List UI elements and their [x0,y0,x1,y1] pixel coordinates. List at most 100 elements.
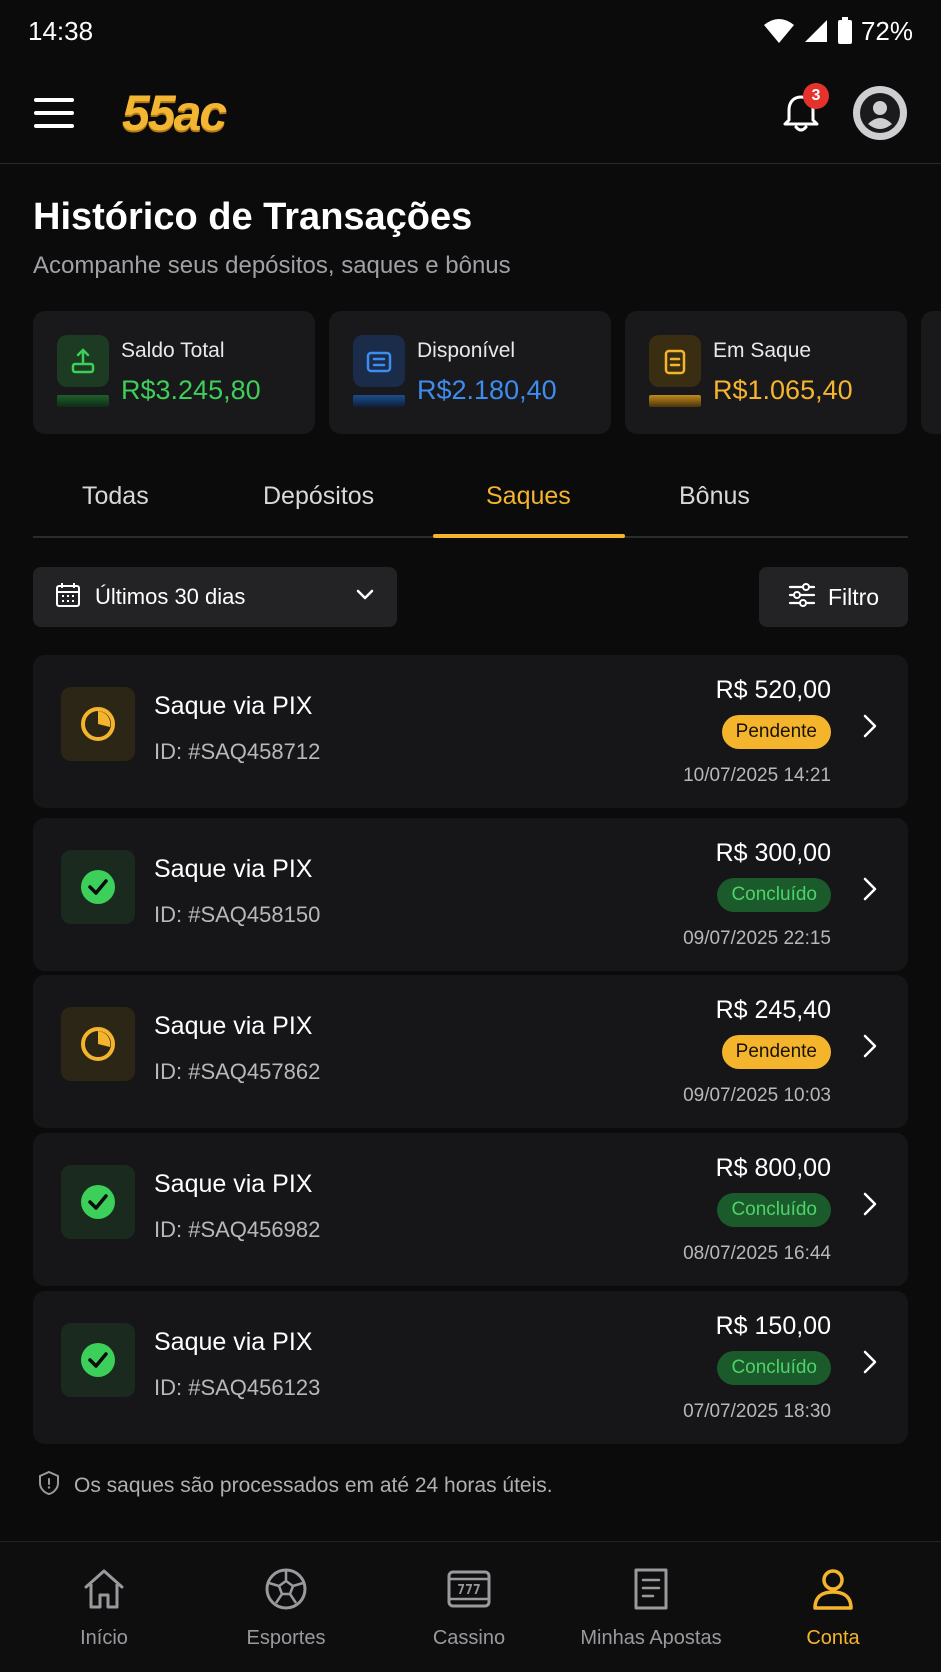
nav-item-inicio[interactable]: Início [14,1566,194,1650]
header-actions: 3 [777,82,907,140]
status-bar: 14:38 72% [0,0,941,62]
clipboard-icon [649,335,701,387]
transaction-id: ID: #SAQ458150 [154,902,321,927]
app-header: 55ac 3 [0,62,941,164]
page-subtitle: Acompanhe seus depósitos, saques e bônus [33,252,511,279]
soccer-ball-icon [263,1566,309,1617]
tab-todas[interactable]: Todas [82,482,149,511]
notification-badge: 3 [803,82,829,109]
summary-label: Em Saque [713,339,812,362]
nav-item-minhas-apostas[interactable]: Minhas Apostas [561,1566,741,1650]
pending-clock-icon [61,1007,135,1081]
status-badge: Concluído [717,878,831,912]
nav-item-esportes[interactable]: Esportes [196,1566,376,1650]
transaction-title: Saque via PIX [154,855,313,883]
transaction-id: ID: #SAQ456123 [154,1375,321,1400]
signal-icon [803,18,829,44]
filter-button[interactable]: Filtro [759,567,908,627]
check-circle-icon [61,1323,135,1397]
chevron-right-icon [862,876,878,907]
transaction-row[interactable]: Saque via PIX ID: #SAQ458150 R$ 300,00 C… [33,818,908,971]
summary-card-overflow [921,311,941,434]
pending-clock-icon [61,687,135,761]
transaction-title: Saque via PIX [154,1328,313,1356]
footnote-text: Os saques são processados em até 24 hora… [74,1473,553,1497]
user-avatar[interactable] [853,85,907,140]
transaction-date: 07/07/2025 18:30 [683,1401,831,1422]
transaction-date: 08/07/2025 16:44 [683,1243,831,1264]
calendar-icon [55,582,81,613]
status-time: 14:38 [28,15,94,46]
nav-label: Minhas Apostas [580,1627,722,1649]
brand-logo[interactable]: 55ac [122,84,227,142]
nav-label: Início [80,1627,128,1649]
wallet-deposit-icon [57,335,109,387]
transaction-amount: R$ 245,40 [715,996,831,1024]
summary-card-available[interactable]: Disponível R$2.180,40 [329,311,611,434]
chevron-right-icon [862,1191,878,1222]
summary-withdrawing-accent [649,395,701,407]
transaction-tabs: Todas Depósitos Saques Bônus [33,468,908,538]
transaction-row[interactable]: Saque via PIX ID: #SAQ458712 R$ 520,00 P… [33,655,908,808]
slot-machine-icon: 777 [446,1566,492,1617]
transaction-row[interactable]: Saque via PIX ID: #SAQ457862 R$ 245,40 P… [33,975,908,1128]
transaction-date: 09/07/2025 10:03 [683,1085,831,1106]
transaction-id: ID: #SAQ457862 [154,1059,321,1084]
summary-value: R$1.065,40 [713,375,853,405]
status-badge: Concluído [717,1193,831,1227]
wifi-icon [763,18,795,44]
nav-label: Esportes [246,1627,326,1649]
nav-item-conta[interactable]: Conta [743,1566,923,1650]
user-icon [810,1566,856,1617]
svg-text:777: 777 [457,1583,480,1598]
status-indicators: 72% [763,16,913,47]
processing-note: Os saques são processados em até 24 hora… [38,1470,553,1501]
transaction-amount: R$ 300,00 [715,839,831,867]
tab-saques[interactable]: Saques [486,482,571,511]
transaction-id: ID: #SAQ458712 [154,739,321,764]
summary-label: Disponível [417,339,516,362]
tab-bonus[interactable]: Bônus [679,482,750,511]
status-badge: Pendente [721,1035,831,1069]
transaction-amount: R$ 800,00 [715,1154,831,1182]
summary-value: R$3.245,80 [121,375,261,405]
transaction-row[interactable]: Saque via PIX ID: #SAQ456982 R$ 800,00 C… [33,1133,908,1286]
battery-percent: 72% [860,15,913,46]
transaction-date: 09/07/2025 22:15 [683,928,831,949]
notification-bell-icon[interactable]: 3 [777,82,829,137]
status-badge: Pendente [721,715,831,749]
summary-label: Saldo Total [121,339,225,362]
page-title: Histórico de Transações [33,196,473,238]
summary-card-total[interactable]: Saldo Total R$3.245,80 [33,311,315,434]
balance-summary: Saldo Total R$3.245,80 Disponível R$2.18… [33,311,941,434]
summary-card-withdrawing[interactable]: Em Saque R$1.065,40 [625,311,907,434]
period-label: Últimos 30 dias [95,584,246,609]
bottom-navigation: Início Esportes 777 Cassino Minhas Apost… [0,1541,941,1672]
filter-label: Filtro [827,583,880,610]
sliders-icon [788,582,816,613]
check-circle-icon [61,1165,135,1239]
home-icon [81,1566,127,1617]
transaction-title: Saque via PIX [154,1170,313,1198]
transaction-id: ID: #SAQ456982 [154,1217,321,1242]
tab-depositos[interactable]: Depósitos [263,482,374,511]
summary-available-accent [353,395,405,407]
transaction-date: 10/07/2025 14:21 [683,765,831,786]
period-dropdown[interactable]: Últimos 30 dias [33,567,397,627]
battery-icon [837,17,853,45]
status-badge: Concluído [717,1351,831,1385]
chevron-right-icon [862,1033,878,1064]
transaction-row[interactable]: Saque via PIX ID: #SAQ456123 R$ 150,00 C… [33,1291,908,1444]
nav-label: Cassino [432,1627,506,1649]
nav-label: Conta [806,1627,860,1649]
transaction-title: Saque via PIX [154,1012,313,1040]
bet-slip-icon [628,1566,674,1617]
transaction-amount: R$ 150,00 [715,1312,831,1340]
hamburger-menu-icon[interactable] [34,97,74,128]
chevron-right-icon [862,1349,878,1380]
transaction-amount: R$ 520,00 [715,676,831,704]
transaction-title: Saque via PIX [154,692,313,720]
nav-item-cassino[interactable]: 777 Cassino [379,1566,559,1650]
summary-value: R$2.180,40 [417,375,557,405]
chevron-right-icon [862,713,878,744]
